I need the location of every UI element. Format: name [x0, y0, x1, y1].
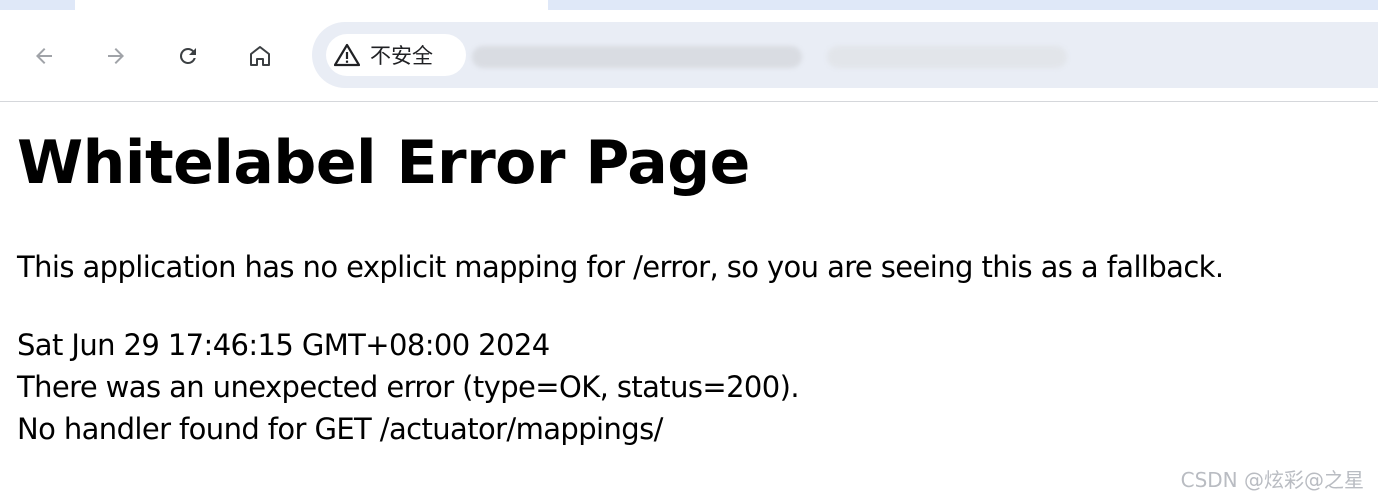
reload-button[interactable] — [170, 38, 206, 74]
browser-toolbar: 不安全 — [0, 10, 1378, 101]
url-text-blurred — [472, 46, 802, 68]
tab-strip — [0, 0, 1378, 10]
forward-button[interactable] — [98, 38, 134, 74]
toolbar-divider — [0, 101, 1378, 102]
browser-window: 不安全 Whitelabel Error Page This applicati… — [0, 0, 1378, 501]
address-bar[interactable]: 不安全 — [312, 22, 1378, 88]
page-title: Whitelabel Error Page — [17, 128, 750, 198]
watermark: CSDN @炫彩@之星 — [1180, 468, 1364, 492]
forward-arrow-icon — [108, 48, 124, 64]
active-tab[interactable] — [75, 0, 548, 10]
error-details: Sat Jun 29 17:46:15 GMT+08:00 2024 There… — [17, 324, 800, 450]
error-message: This application has no explicit mapping… — [17, 250, 1224, 284]
error-handler: No handler found for GET /actuator/mappi… — [17, 412, 663, 446]
security-label: 不安全 — [370, 44, 433, 68]
back-arrow-icon — [36, 48, 52, 64]
warning-icon — [334, 43, 360, 67]
security-chip[interactable]: 不安全 — [326, 34, 466, 76]
home-icon — [250, 46, 270, 66]
reload-icon — [179, 47, 196, 64]
url-text-blurred — [827, 46, 1067, 68]
error-timestamp: Sat Jun 29 17:46:15 GMT+08:00 2024 — [17, 328, 550, 362]
home-button[interactable] — [242, 38, 278, 74]
back-button[interactable] — [26, 38, 62, 74]
error-type-status: There was an unexpected error (type=OK, … — [17, 370, 800, 404]
